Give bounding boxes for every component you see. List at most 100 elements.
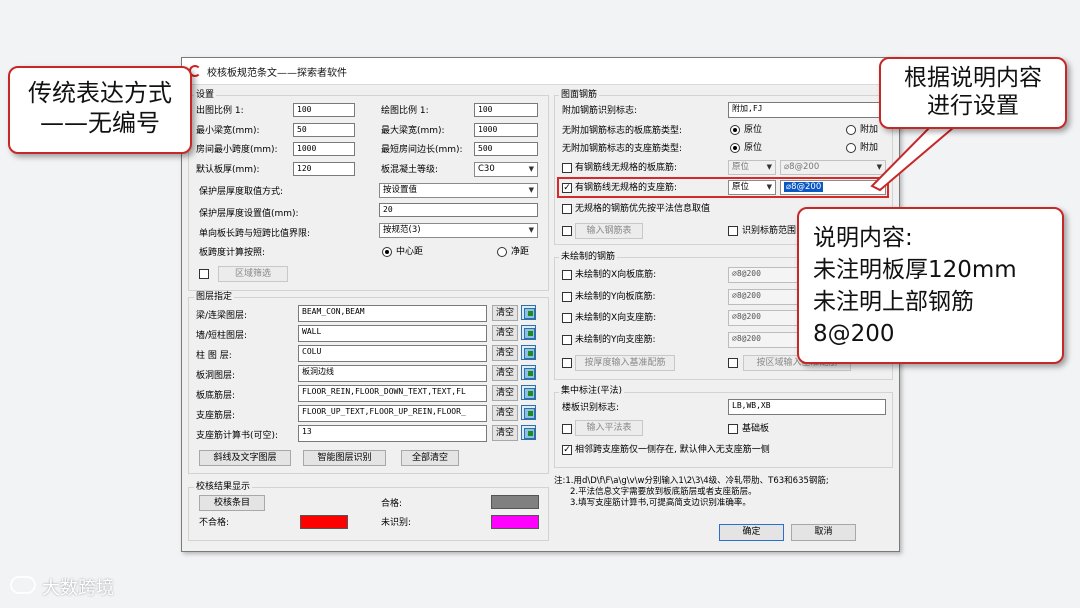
draw-scale-input[interactable]: 100 <box>474 103 538 117</box>
clear-bottom-rebar-layer-button[interactable]: 清空 <box>492 385 518 401</box>
max-beam-width-input[interactable]: 1000 <box>474 123 538 137</box>
thickness-base-button[interactable]: 按厚度输入基准配筋 <box>575 355 675 371</box>
bottom-no-spec-checkbox[interactable] <box>562 163 572 173</box>
priority-label: 无规格的钢筋优先按平法信息取值 <box>575 204 711 214</box>
span-net-radio[interactable] <box>497 247 507 257</box>
min-beam-width-input[interactable]: 50 <box>293 123 355 137</box>
layer-pick-icon[interactable] <box>521 325 536 340</box>
beam-layer-input[interactable]: BEAM_CON,BEAM <box>298 305 487 322</box>
support-rebar-layer-input[interactable]: FLOOR_UP_TEXT,FLOOR_UP_REIN,FLOOR_ <box>298 405 487 422</box>
foundation-slab-checkbox[interactable] <box>728 424 738 434</box>
pass-label: 合格: <box>381 499 403 509</box>
bottom-additional-radio[interactable] <box>846 125 856 135</box>
layer-pick-icon[interactable] <box>521 345 536 360</box>
drawn-rebar-group-title: 图面钢筋 <box>559 89 600 101</box>
cover-method-select[interactable]: 按设置值 ▼ <box>379 183 538 198</box>
clear-column-layer-button[interactable]: 清空 <box>492 345 518 361</box>
cancel-button[interactable]: 取消 <box>791 524 856 541</box>
undrawn-y-support-checkbox[interactable] <box>562 335 572 345</box>
callout-settings-line1: 根据说明内容 <box>904 65 1042 91</box>
concrete-grade-select[interactable]: C30 ▼ <box>474 162 538 177</box>
column-layer-label: 柱 图 层: <box>196 351 232 361</box>
cover-value-input[interactable]: 20 <box>379 203 538 217</box>
adjacent-span-checkbox[interactable]: ✓ <box>562 445 572 455</box>
undrawn-x-support-label: 未绘制的X向支座筋: <box>575 313 657 323</box>
support-no-spec-checkbox[interactable]: ✓ <box>562 183 572 193</box>
region-base-checkbox[interactable] <box>728 358 738 368</box>
calc-book-label: 支座筋计算书(可空): <box>196 431 279 441</box>
hole-layer-input[interactable]: 板洞边线 <box>298 365 487 382</box>
watermark-text: 大数跨境 <box>42 578 114 599</box>
bottom-original-label: 原位 <box>744 125 763 135</box>
support-original-radio[interactable] <box>730 143 740 153</box>
undrawn-x-bottom-checkbox[interactable] <box>562 270 572 280</box>
smart-layer-button[interactable]: 智能图层识别 <box>303 450 386 466</box>
clear-hole-layer-button[interactable]: 清空 <box>492 365 518 381</box>
rule-check-dialog: 校核板规范条文——探索者软件 设置 出图比例 1: 100 绘图比例 1: 10… <box>181 57 900 552</box>
output-scale-label: 出图比例 1: <box>196 106 244 116</box>
clear-beam-layer-button[interactable]: 清空 <box>492 305 518 321</box>
clear-support-rebar-layer-button[interactable]: 清空 <box>492 405 518 421</box>
support-additional-radio[interactable] <box>846 143 856 153</box>
callout-traditional-line1: 传统表达方式 <box>28 79 172 107</box>
calc-book-input[interactable]: 13 <box>298 425 487 442</box>
layer-pick-icon[interactable] <box>521 425 536 440</box>
layer-pick-icon[interactable] <box>521 365 536 380</box>
thickness-base-checkbox[interactable] <box>562 358 572 368</box>
bottom-no-spec-value[interactable]: ⌀8@200 ▼ <box>780 160 886 175</box>
settings-group-title: 设置 <box>194 89 217 101</box>
unknown-color-swatch[interactable] <box>491 515 539 529</box>
default-thickness-input[interactable]: 120 <box>293 162 355 176</box>
support-no-spec-value[interactable]: ⌀8@200 ▼ <box>780 180 886 195</box>
input-rebar-table-button[interactable]: 输入钢筋表 <box>575 223 643 239</box>
bottom-rebar-layer-input[interactable]: FLOOR_REIN,FLOOR_DOWN_TEXT,TEXT,FL <box>298 385 487 402</box>
priority-checkbox[interactable] <box>562 204 572 214</box>
foundation-slab-label: 基础板 <box>742 424 770 434</box>
chevron-down-icon: ▼ <box>766 163 772 171</box>
undrawn-x-support-checkbox[interactable] <box>562 313 572 323</box>
span-center-radio[interactable] <box>382 247 392 257</box>
pass-color-swatch[interactable] <box>491 495 539 509</box>
beam-layer-label: 梁/连梁图层: <box>196 311 248 321</box>
fail-color-swatch[interactable] <box>300 515 348 529</box>
input-flat-table-checkbox[interactable] <box>562 424 572 434</box>
bottom-additional-label: 附加 <box>860 125 879 135</box>
clear-calc-book-button[interactable]: 清空 <box>492 425 518 441</box>
min-room-span-input[interactable]: 1000 <box>293 142 355 156</box>
clear-all-button[interactable]: 全部清空 <box>401 450 459 466</box>
bottom-no-spec-select[interactable]: 原位 ▼ <box>728 160 776 175</box>
undrawn-rebar-group-title: 未绘制的钢筋 <box>559 251 618 263</box>
layer-pick-icon[interactable] <box>521 405 536 420</box>
wall-layer-label: 墙/短柱图层: <box>196 331 248 341</box>
slab-mark-input[interactable]: LB,WB,XB <box>728 399 886 415</box>
input-table-checkbox[interactable] <box>562 226 572 236</box>
bottom-original-radio[interactable] <box>730 125 740 135</box>
default-thickness-label: 默认板厚(mm): <box>196 165 260 175</box>
ratio-limit-select[interactable]: 按规范(3) ▼ <box>379 223 538 238</box>
undrawn-y-bottom-label: 未绘制的Y向板底筋: <box>575 292 656 302</box>
diag-text-layer-button[interactable]: 斜线及文字图层 <box>199 450 291 466</box>
callout-description-line4: 8@200 <box>813 321 895 347</box>
identify-range-checkbox[interactable] <box>728 226 738 236</box>
region-filter-checkbox[interactable] <box>199 269 209 279</box>
column-layer-input[interactable]: COLU <box>298 345 487 362</box>
clear-wall-layer-button[interactable]: 清空 <box>492 325 518 341</box>
layer-pick-icon[interactable] <box>521 305 536 320</box>
output-scale-input[interactable]: 100 <box>293 103 355 117</box>
check-items-button[interactable]: 校核条目 <box>199 495 265 511</box>
input-flat-table-button[interactable]: 输入平法表 <box>575 420 643 436</box>
ok-button[interactable]: 确定 <box>719 524 784 541</box>
add-mark-input[interactable]: 附加,FJ <box>728 102 886 118</box>
chevron-down-icon: ▼ <box>528 186 534 194</box>
layer-pick-icon[interactable] <box>521 385 536 400</box>
undrawn-y-bottom-checkbox[interactable] <box>562 292 572 302</box>
region-filter-button[interactable]: 区域筛选 <box>218 266 288 282</box>
callout-settings: 根据说明内容 进行设置 <box>879 57 1067 129</box>
no-mark-bottom-label: 无附加钢筋标志的板底筋类型: <box>562 126 683 136</box>
min-room-edge-input[interactable]: 500 <box>474 142 538 156</box>
results-group-title: 校核结果显示 <box>194 481 253 493</box>
chevron-down-icon: ▼ <box>766 183 772 191</box>
fail-label: 不合格: <box>199 518 230 528</box>
support-no-spec-select[interactable]: 原位 ▼ <box>728 180 776 195</box>
wall-layer-input[interactable]: WALL <box>298 325 487 342</box>
